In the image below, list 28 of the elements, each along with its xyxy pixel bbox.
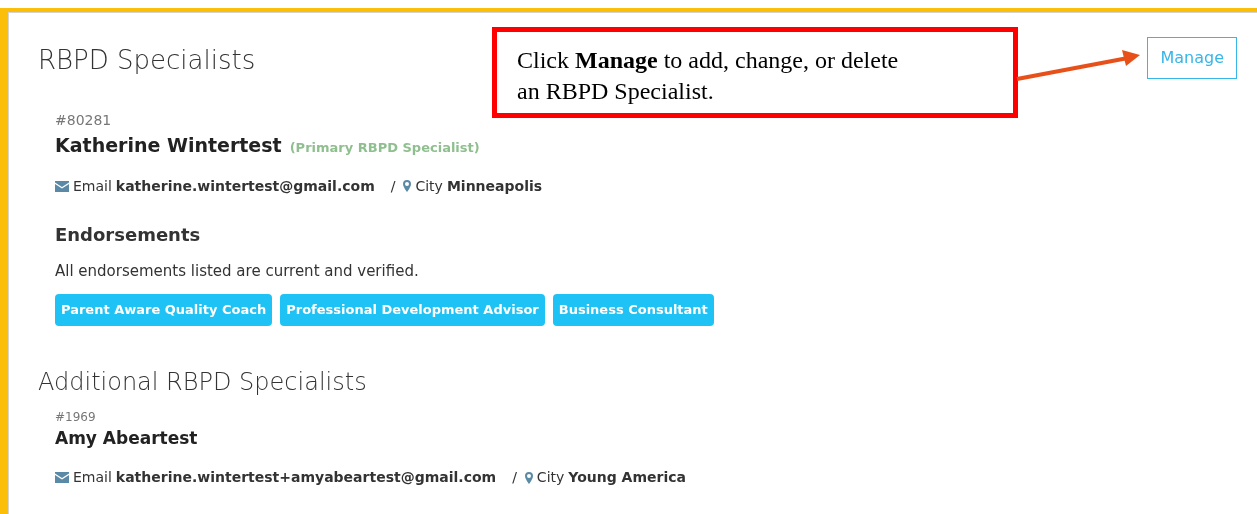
callout-text: Click Manage to add, change, or delete an RBPD Specialist. — [517, 46, 900, 106]
endorsement-tag: Parent Aware Quality Coach — [55, 294, 273, 326]
city-value: Young America — [568, 468, 686, 487]
endorsement-tag: Professional Development Advisor — [280, 294, 545, 326]
role-label: (Primary RBPD Specialist) — [289, 139, 480, 157]
section-title: Additional RBPD Specialists — [38, 366, 368, 398]
specialist-name: Katherine Wintertest — [55, 133, 282, 158]
specialist-id: #1969 — [55, 408, 97, 426]
manage-button[interactable]: Manage — [1147, 37, 1237, 79]
email-value: katherine.wintertest@gmail.com — [115, 176, 375, 196]
separator: / — [390, 176, 396, 196]
endorsements-title: Endorsements — [55, 222, 202, 247]
city-value: Minneapolis — [446, 176, 543, 196]
email-label: Email — [73, 468, 112, 487]
envelope-icon — [55, 180, 69, 192]
envelope-icon — [55, 472, 69, 483]
separator: / — [512, 468, 517, 487]
email-value: katherine.wintertest+amyabeartest@gmail.com — [115, 468, 497, 487]
map-pin-icon — [403, 180, 412, 192]
city-label: City — [415, 176, 443, 196]
specialist-id: #80281 — [55, 111, 112, 130]
map-pin-icon — [524, 471, 533, 484]
endorsements-note: All endorsements listed are current and verified. — [55, 260, 420, 282]
email-label: Email — [73, 176, 112, 196]
city-label: City — [536, 468, 565, 487]
specialist-name: Amy Abeartest — [55, 426, 199, 450]
endorsement-tag: Business Consultant — [552, 294, 714, 326]
section-title: RBPD Specialists — [38, 44, 256, 77]
